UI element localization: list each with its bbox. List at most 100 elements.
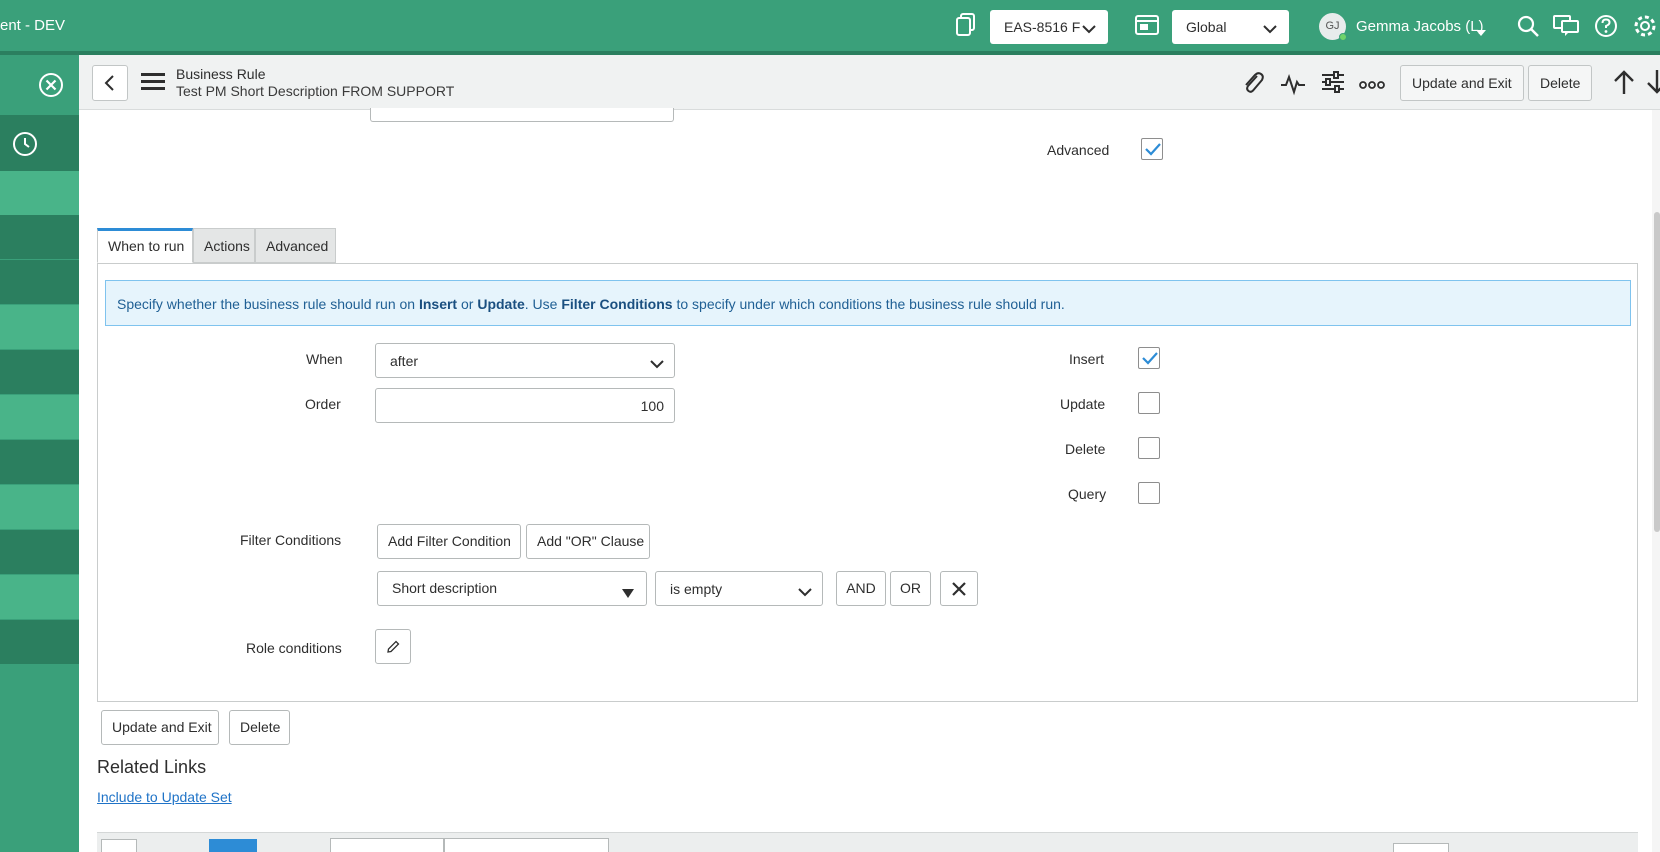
edit-role-conditions-button[interactable] — [375, 629, 411, 664]
nav-item[interactable] — [0, 575, 79, 619]
left-navigator — [0, 55, 79, 852]
delete-label: Delete — [1065, 441, 1106, 457]
include-to-update-set-link[interactable]: Include to Update Set — [97, 789, 232, 805]
info-text: . Use — [524, 296, 562, 312]
condition-field-value: Short description — [392, 580, 498, 596]
update-and-exit-button[interactable]: Update and Exit — [1400, 65, 1524, 101]
condition-field-select[interactable]: Short description — [377, 571, 647, 606]
partial-field[interactable] — [370, 108, 674, 122]
update-checkbox[interactable] — [1138, 392, 1160, 414]
condition-operator-value: is empty — [670, 581, 723, 597]
update-and-exit-button-bottom[interactable]: Update and Exit — [101, 710, 219, 745]
close-circle-icon[interactable] — [38, 72, 64, 101]
order-value: 100 — [640, 398, 664, 414]
record-name: Test PM Short Description FROM SUPPORT — [176, 83, 455, 99]
user-name: Gemma Jacobs (L) — [1356, 18, 1484, 35]
add-or-clause-button[interactable]: Add "OR" Clause — [526, 524, 650, 559]
caret-down-icon — [1476, 23, 1486, 39]
related-list-control[interactable] — [101, 839, 137, 852]
advanced-label: Advanced — [1047, 142, 1110, 158]
advanced-checkbox[interactable] — [1141, 138, 1163, 160]
arrow-up-icon[interactable] — [1613, 69, 1635, 98]
scope-value: Global — [1186, 19, 1227, 35]
connect-chat-icon[interactable] — [1553, 15, 1579, 40]
pagination-input[interactable] — [1393, 843, 1449, 852]
delete-button[interactable]: Delete — [1528, 65, 1593, 101]
close-icon — [952, 582, 966, 596]
order-input[interactable]: 100 — [375, 388, 675, 423]
arrow-down-icon[interactable] — [1646, 69, 1660, 98]
condition-operator-select[interactable]: is empty — [655, 571, 823, 606]
chevron-left-icon — [104, 75, 114, 91]
app-title: ent - DEV — [0, 17, 66, 34]
or-button[interactable]: OR — [890, 571, 931, 606]
nav-item[interactable] — [0, 485, 79, 529]
form-header: Business Rule Test PM Short Description … — [79, 55, 1660, 110]
tab-actions[interactable]: Actions — [193, 228, 255, 263]
when-value: after — [390, 353, 419, 369]
chevron-down-icon — [1082, 21, 1096, 37]
scrollbar-thumb[interactable] — [1654, 212, 1660, 532]
nav-item[interactable] — [0, 395, 79, 439]
nav-item[interactable] — [0, 215, 79, 259]
nav-item[interactable] — [0, 350, 79, 394]
top-banner: ent - DEV EAS-8516 F Global GJ Gemma Jac… — [0, 0, 1660, 51]
nav-item[interactable] — [0, 305, 79, 349]
nav-item[interactable] — [0, 440, 79, 484]
caret-down-icon — [622, 585, 634, 601]
and-button[interactable]: AND — [836, 571, 886, 606]
info-text: Specify whether the business rule should… — [117, 296, 419, 312]
related-list-toolbar — [97, 832, 1638, 852]
nav-item[interactable] — [0, 260, 79, 304]
nav-item[interactable] — [0, 530, 79, 574]
help-icon[interactable] — [1594, 14, 1618, 41]
delete-checkbox[interactable] — [1138, 437, 1160, 459]
presence-dot — [1339, 33, 1347, 41]
tab-advanced[interactable]: Advanced — [255, 228, 336, 263]
personalize-form-icon[interactable] — [1321, 70, 1345, 97]
query-label: Query — [1068, 486, 1107, 502]
nav-history-tab[interactable] — [0, 115, 79, 171]
related-links-title: Related Links — [97, 757, 207, 777]
paperclip-icon[interactable] — [1241, 70, 1265, 99]
clock-icon — [12, 131, 38, 160]
info-update: Update — [477, 296, 525, 312]
update-label: Update — [1060, 396, 1106, 412]
chevron-down-icon — [650, 356, 664, 372]
nav-item[interactable] — [0, 620, 79, 664]
nav-item[interactable] — [0, 171, 79, 215]
info-text: to specify under which conditions the bu… — [672, 296, 1065, 312]
insert-checkbox[interactable] — [1138, 347, 1160, 369]
context-menu-icon[interactable] — [141, 73, 165, 94]
update-set-icon[interactable] — [955, 13, 977, 40]
info-message: Specify whether the business rule should… — [105, 280, 1631, 326]
checkmark-icon — [1145, 143, 1161, 156]
related-list-search-select[interactable] — [330, 838, 444, 852]
gear-icon[interactable] — [1632, 13, 1658, 42]
related-list-search-input[interactable] — [444, 838, 609, 852]
query-checkbox[interactable] — [1138, 482, 1160, 504]
record-type: Business Rule — [176, 66, 266, 82]
insert-label: Insert — [1069, 351, 1105, 367]
when-to-run-panel: Specify whether the business rule should… — [97, 263, 1638, 702]
scope-picker[interactable]: Global — [1172, 10, 1289, 44]
application-scope-icon[interactable] — [1135, 15, 1159, 38]
when-label: When — [306, 351, 343, 367]
search-icon[interactable] — [1517, 15, 1539, 40]
activity-icon[interactable] — [1280, 70, 1306, 99]
update-set-value: EAS-8516 F — [1004, 19, 1081, 35]
tab-when-to-run[interactable]: When to run — [97, 228, 193, 263]
update-set-picker[interactable]: EAS-8516 F — [990, 10, 1108, 44]
chevron-down-icon — [798, 584, 812, 600]
add-filter-condition-button[interactable]: Add Filter Condition — [377, 524, 521, 559]
info-text: or — [457, 296, 478, 312]
related-list-tab-active[interactable] — [209, 839, 257, 852]
back-button[interactable] — [92, 65, 128, 101]
when-select[interactable]: after — [375, 343, 675, 378]
delete-condition-button[interactable] — [940, 571, 978, 606]
more-options-icon[interactable] — [1359, 77, 1385, 93]
delete-button-bottom[interactable]: Delete — [229, 710, 290, 745]
info-filter-conditions: Filter Conditions — [561, 296, 673, 312]
pencil-icon — [387, 640, 400, 653]
order-label: Order — [305, 396, 341, 412]
